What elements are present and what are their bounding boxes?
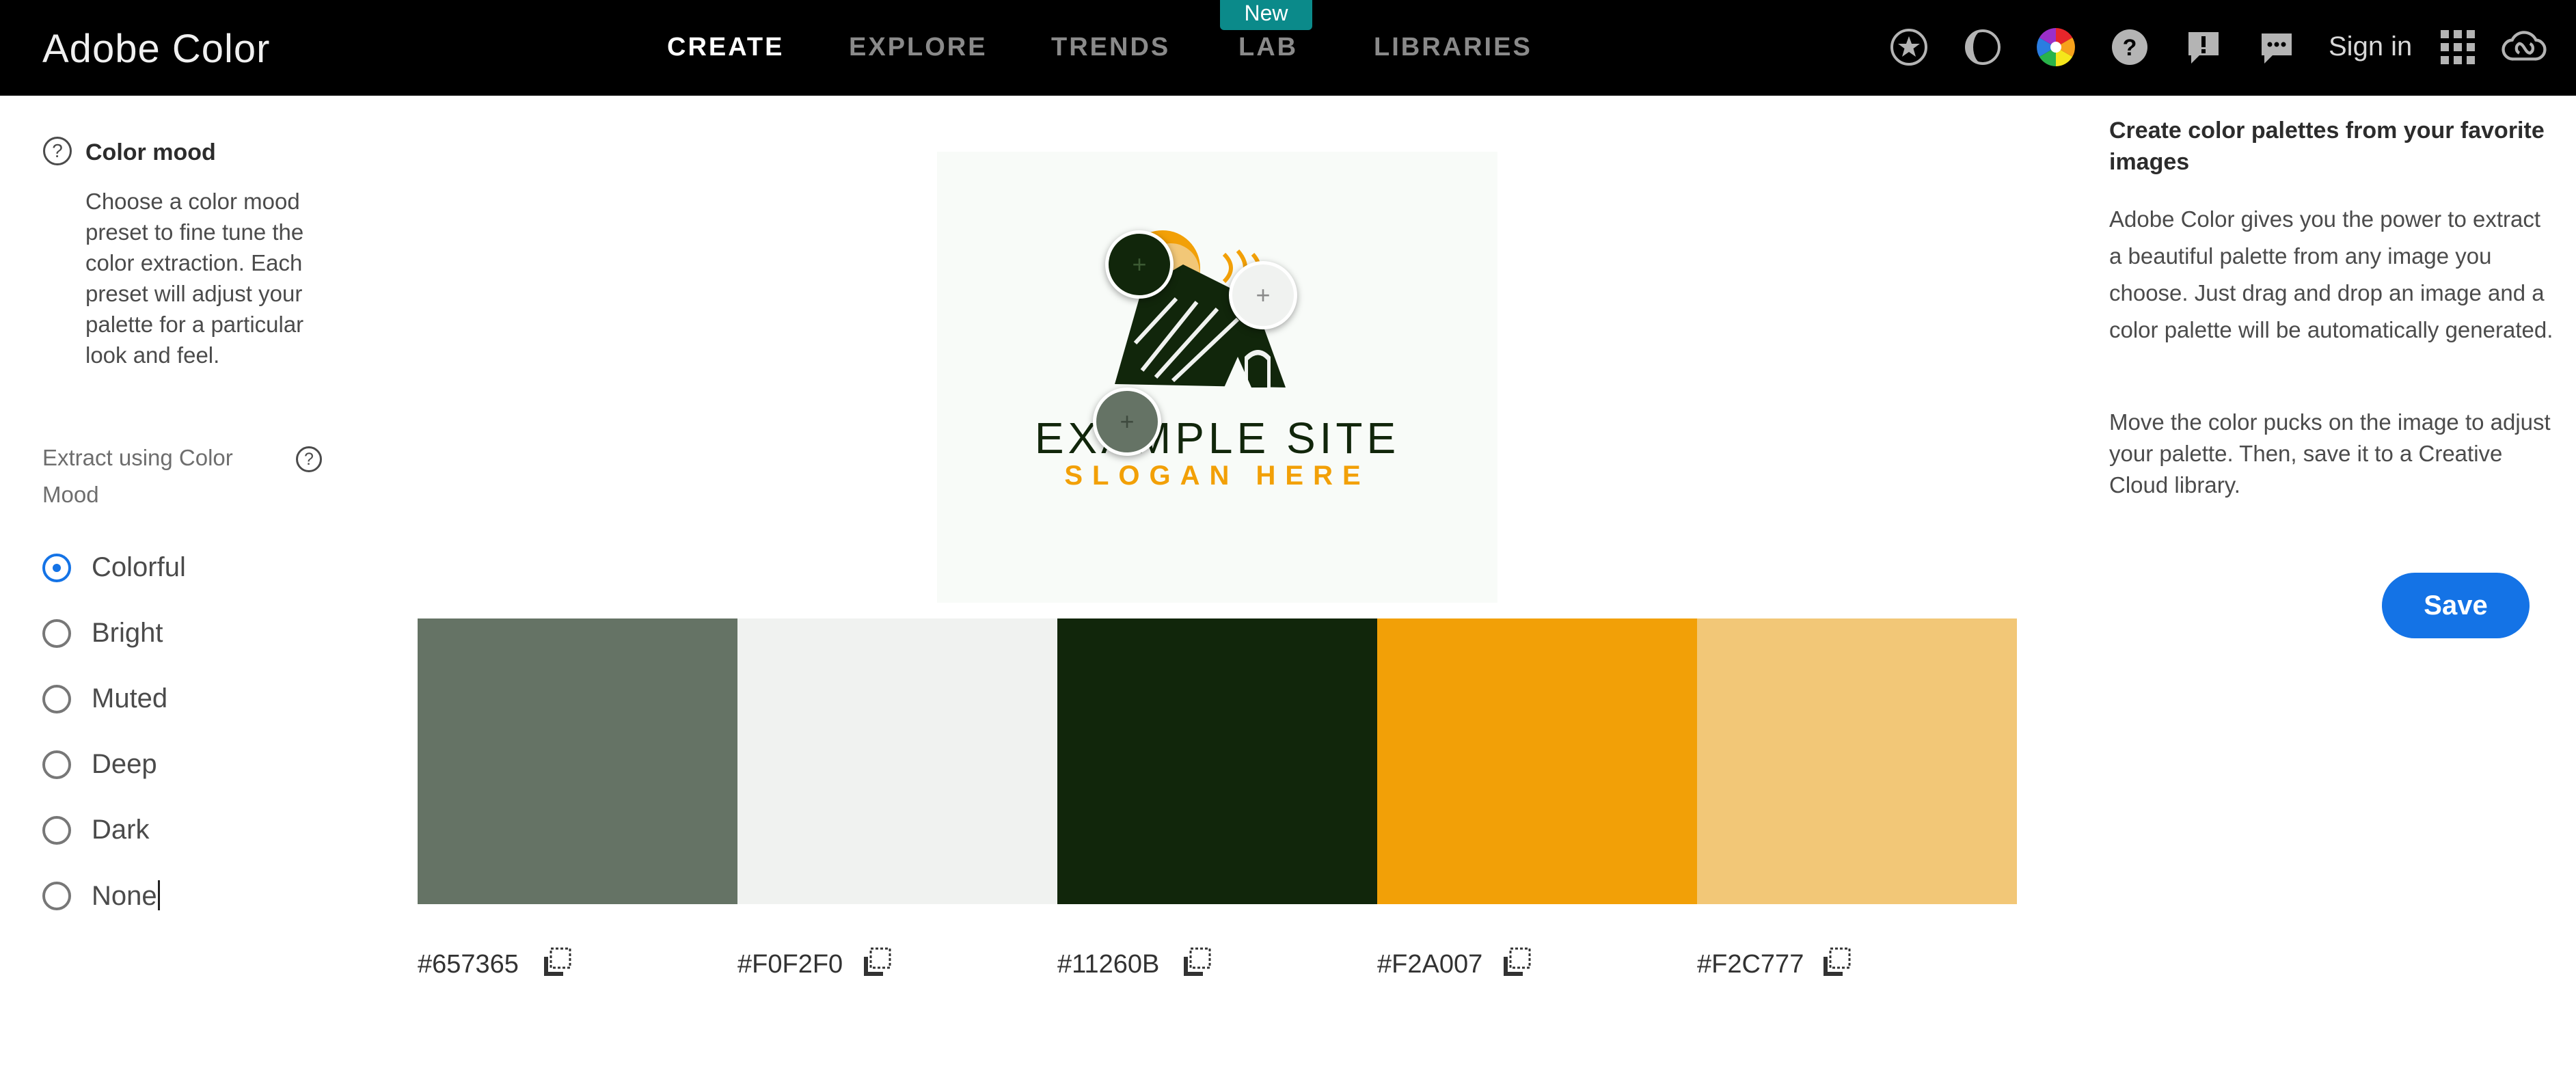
palette-swatches xyxy=(418,618,2017,904)
source-image[interactable]: EXAMPLE SITE SLOGAN HERE + + + xyxy=(937,152,1497,603)
mood-option-label-wrap: None xyxy=(92,880,160,912)
star-icon[interactable] xyxy=(1886,25,1931,70)
radio-icon[interactable] xyxy=(42,685,71,713)
radio-icon[interactable] xyxy=(42,882,71,910)
copy-icon[interactable] xyxy=(541,946,574,979)
color-puck-dark-green[interactable]: + xyxy=(1105,230,1174,299)
contrast-icon[interactable] xyxy=(1960,25,2005,70)
color-puck-sage[interactable]: + xyxy=(1093,387,1161,456)
feedback-icon[interactable] xyxy=(2254,25,2299,70)
mood-option-label: Bright xyxy=(92,618,163,648)
radio-icon[interactable] xyxy=(42,619,71,648)
text-cursor xyxy=(157,880,160,910)
hex-value[interactable]: #11260B xyxy=(1057,950,1159,979)
copy-icon[interactable] xyxy=(861,946,894,979)
palette-swatch-2[interactable] xyxy=(737,618,1057,904)
info-paragraph-2: Move the color pucks on the image to adj… xyxy=(2109,409,2551,498)
palette-swatch-4[interactable] xyxy=(1377,618,1697,904)
help-icon[interactable]: ? xyxy=(2107,25,2152,70)
alert-icon[interactable] xyxy=(2181,25,2226,70)
copy-icon[interactable] xyxy=(1821,946,1854,979)
logo-slogan-text: SLOGAN HERE xyxy=(1064,461,1370,491)
mood-option-label: Deep xyxy=(92,749,157,779)
color-wheel-icon[interactable] xyxy=(2033,25,2078,70)
mood-option-label: None xyxy=(92,881,157,911)
info-paragraph-1: Adobe Color gives you the power to extra… xyxy=(2109,206,2553,342)
radio-checked-icon[interactable] xyxy=(42,554,71,582)
nav-libraries[interactable]: LIBRARIES xyxy=(1374,33,1532,62)
apps-grid-icon[interactable] xyxy=(2435,25,2480,70)
nav-explore[interactable]: EXPLORE xyxy=(849,33,988,62)
palette-swatch-3[interactable] xyxy=(1057,618,1377,904)
logo-illustration xyxy=(1115,230,1286,387)
color-mood-description: Choose a color mood preset to fine tune … xyxy=(85,189,304,368)
nav-lab[interactable]: LAB xyxy=(1238,33,1298,62)
save-button[interactable]: Save xyxy=(2382,573,2530,638)
hex-value[interactable]: #F2A007 xyxy=(1377,950,1482,979)
top-nav-bar: Adobe Color CREATE EXPLORE TRENDS LAB LI… xyxy=(0,0,2576,96)
hex-value[interactable]: #F0F2F0 xyxy=(737,950,843,979)
mood-option-label: Dark xyxy=(92,815,150,845)
sign-in-link[interactable]: Sign in xyxy=(2329,31,2412,62)
hex-value[interactable]: #657365 xyxy=(418,950,519,979)
extract-mood-help-icon[interactable]: ? xyxy=(296,446,322,472)
palette-swatch-5[interactable] xyxy=(1697,618,2017,904)
hex-value[interactable]: #F2C777 xyxy=(1697,950,1804,979)
copy-icon[interactable] xyxy=(1501,946,1534,979)
radio-icon[interactable] xyxy=(42,816,71,845)
creative-cloud-icon[interactable] xyxy=(2502,25,2547,70)
svg-text:?: ? xyxy=(2123,35,2137,61)
app-logo[interactable]: Adobe Color xyxy=(42,26,270,72)
new-badge: New xyxy=(1220,0,1312,30)
radio-icon[interactable] xyxy=(42,750,71,779)
info-title: Create color palettes from your favorite… xyxy=(2109,118,2545,175)
mood-option-label: Colorful xyxy=(92,552,186,582)
color-mood-title: Color mood xyxy=(85,139,216,165)
logo-name-text: EXAMPLE SITE xyxy=(1034,413,1400,463)
nav-trends[interactable]: TRENDS xyxy=(1051,33,1170,62)
mood-option-label: Muted xyxy=(92,683,168,713)
palette-swatch-1[interactable] xyxy=(418,618,737,904)
color-mood-help-icon[interactable]: ? xyxy=(43,137,72,165)
extract-mood-label: Extract using Color Mood xyxy=(42,445,233,507)
color-puck-light[interactable]: + xyxy=(1229,261,1297,329)
nav-create[interactable]: CREATE xyxy=(667,33,784,62)
copy-icon[interactable] xyxy=(1181,946,1214,979)
